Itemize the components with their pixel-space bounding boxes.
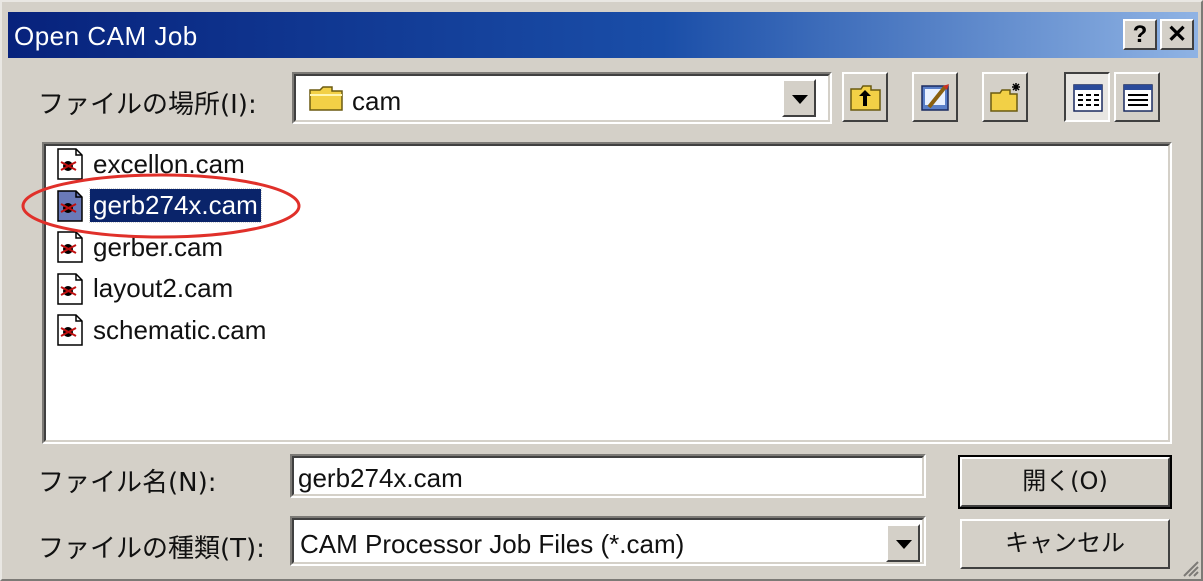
details-view-icon <box>1123 84 1153 112</box>
location-label: ファイルの場所(I): <box>38 90 257 120</box>
title-bar[interactable]: Open CAM Job ? ✕ <box>8 12 1198 58</box>
filetype-combo[interactable]: CAM Processor Job Files (*.cam) <box>290 516 926 566</box>
file-item[interactable]: excellon.cam <box>56 146 248 182</box>
filename-input[interactable]: gerb274x.cam <box>290 454 926 498</box>
desktop-button[interactable] <box>912 72 958 122</box>
location-value: cam <box>352 86 402 116</box>
cam-file-icon <box>56 189 84 222</box>
new-folder-icon <box>990 83 1020 112</box>
file-name: excellon.cam <box>93 148 245 179</box>
desktop-icon <box>921 84 949 111</box>
list-view-icon <box>1073 84 1103 112</box>
cam-file-icon <box>56 231 84 263</box>
help-button[interactable]: ? <box>1123 19 1157 50</box>
file-name: gerber.cam <box>93 231 224 262</box>
filename-label: ファイル名(N): <box>38 468 217 498</box>
file-item[interactable]: schematic.cam <box>56 312 269 348</box>
filetype-label: ファイルの種類(T): <box>38 534 265 564</box>
up-one-level-button[interactable] <box>842 72 888 122</box>
close-button[interactable]: ✕ <box>1160 19 1194 50</box>
file-item[interactable]: gerber.cam <box>56 229 226 265</box>
details-view-button[interactable] <box>1114 72 1160 122</box>
filename-value: gerb274x.cam <box>298 463 463 493</box>
up-one-level-icon <box>850 85 881 111</box>
filetype-value: CAM Processor Job Files (*.cam) <box>300 529 685 559</box>
open-button[interactable]: 開く(O) <box>958 455 1172 509</box>
file-name: schematic.cam <box>93 314 267 345</box>
cam-file-icon <box>56 314 84 346</box>
file-name: gerb274x.cam <box>89 188 262 223</box>
open-cam-job-dialog: Open CAM Job ? ✕ ファイルの場所(I): cam excello… <box>0 0 1203 581</box>
window-title: Open CAM Job <box>14 21 198 51</box>
cancel-button[interactable]: キャンセル <box>960 519 1170 569</box>
list-view-button[interactable] <box>1064 72 1110 122</box>
location-combo[interactable]: cam <box>292 72 832 124</box>
cam-file-icon <box>56 148 84 180</box>
help-icon: ? <box>1132 21 1148 48</box>
file-list[interactable]: excellon.cam gerb274x.cam gerber.cam layout… <box>42 142 1172 444</box>
cam-file-icon <box>56 272 84 305</box>
file-name: layout2.cam <box>93 273 234 303</box>
file-item[interactable]: gerb274x.cam <box>56 188 262 224</box>
new-folder-button[interactable] <box>982 72 1028 122</box>
filetype-dropdown-button[interactable] <box>886 524 920 562</box>
size-grip-icon[interactable] <box>1180 558 1200 578</box>
location-dropdown-button[interactable] <box>782 79 816 117</box>
file-item[interactable]: layout2.cam <box>56 271 236 307</box>
close-icon: ✕ <box>1166 21 1188 48</box>
folder-icon <box>309 86 343 111</box>
